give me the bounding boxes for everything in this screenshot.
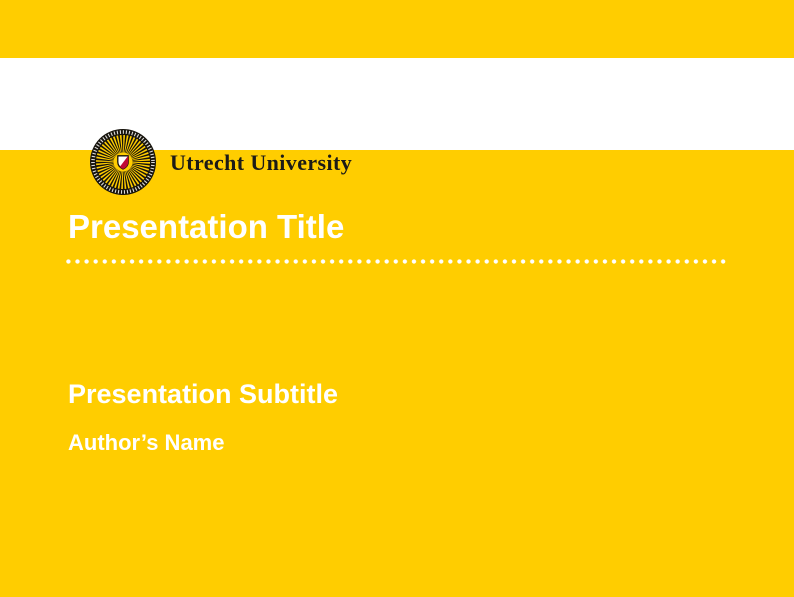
dotted-separator — [66, 258, 728, 265]
title-slide: Utrecht University Presentation Title Pr… — [0, 0, 794, 597]
brand-wordmark: Utrecht University — [170, 150, 352, 176]
author-name: Author’s Name — [68, 429, 224, 457]
utrecht-university-seal-icon — [89, 128, 157, 196]
header-band: Utrecht University — [0, 58, 794, 150]
presentation-subtitle: Presentation Subtitle — [68, 378, 338, 412]
top-yellow-band — [0, 0, 794, 58]
presentation-title: Presentation Title — [68, 206, 344, 247]
